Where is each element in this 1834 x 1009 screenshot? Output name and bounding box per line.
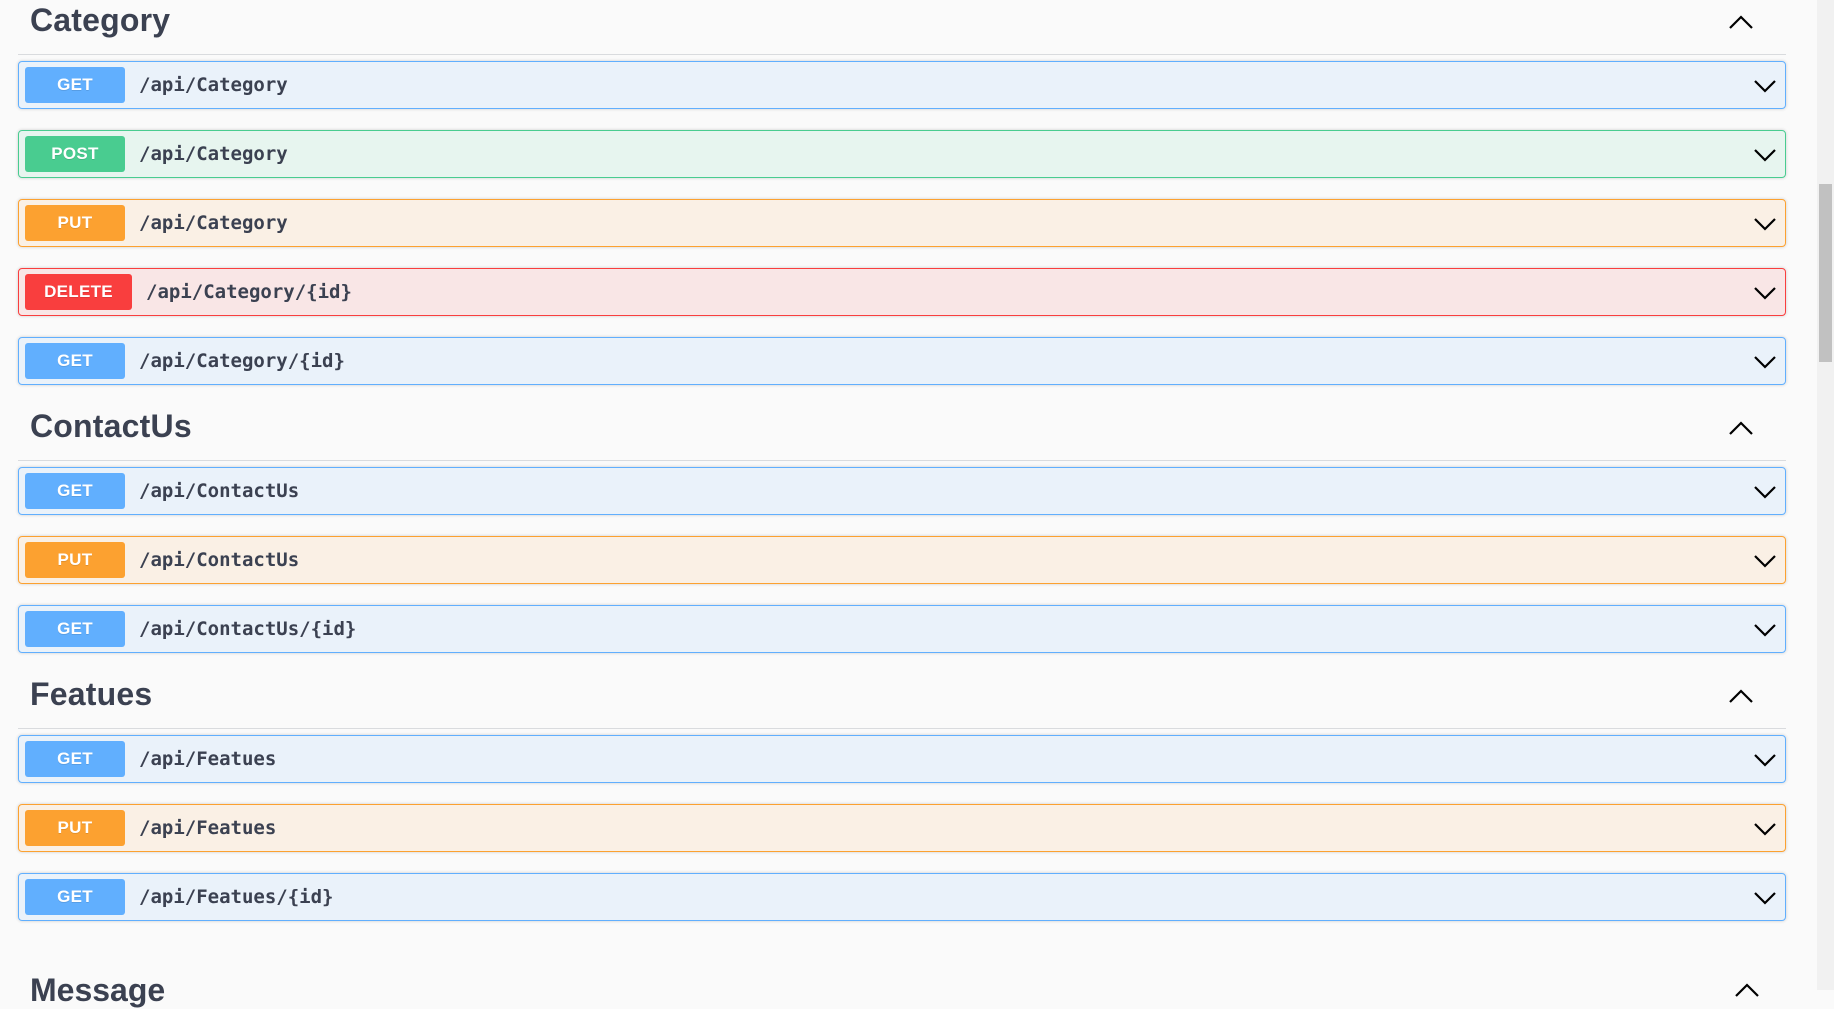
chevron-down-icon[interactable] — [1753, 553, 1777, 569]
operation-path: /api/Featues — [139, 817, 277, 839]
operation-get-category-id[interactable]: GET /api/Category/{id} — [18, 337, 1786, 385]
chevron-down-icon[interactable] — [1753, 216, 1777, 232]
operation-path: /api/Category/{id} — [146, 281, 352, 303]
chevron-down-icon[interactable] — [1753, 354, 1777, 370]
tag-title[interactable]: Featues — [30, 676, 152, 713]
method-badge: GET — [25, 611, 125, 647]
operation-get-featues-id[interactable]: GET /api/Featues/{id} — [18, 873, 1786, 921]
chevron-down-icon[interactable] — [1753, 890, 1777, 906]
tag-title[interactable]: Category — [30, 2, 170, 39]
method-badge: GET — [25, 343, 125, 379]
chevron-down-icon[interactable] — [1753, 78, 1777, 94]
operation-delete-category-id[interactable]: DELETE /api/Category/{id} — [18, 268, 1786, 316]
operation-path: /api/Category/{id} — [139, 350, 345, 372]
operation-path: /api/ContactUs — [139, 480, 300, 502]
operation-path: /api/ContactUs/{id} — [139, 618, 357, 640]
operation-path: /api/Featues — [139, 748, 277, 770]
operation-get-featues[interactable]: GET /api/Featues — [18, 735, 1786, 783]
tag-section-featues: Featues GET /api/Featues PUT /api/Featue… — [0, 674, 1810, 921]
chevron-up-icon[interactable] — [1728, 14, 1754, 30]
tag-header[interactable]: ContactUs — [18, 406, 1786, 461]
operation-get-contactus[interactable]: GET /api/ContactUs — [18, 467, 1786, 515]
operation-path: /api/Category — [139, 212, 288, 234]
operation-get-contactus-id[interactable]: GET /api/ContactUs/{id} — [18, 605, 1786, 653]
method-badge: GET — [25, 879, 125, 915]
method-badge: GET — [25, 741, 125, 777]
method-badge: POST — [25, 136, 125, 172]
chevron-down-icon[interactable] — [1753, 484, 1777, 500]
tag-header[interactable]: Category — [18, 0, 1786, 55]
chevron-down-icon[interactable] — [1753, 147, 1777, 163]
operation-path: /api/Category — [139, 74, 288, 96]
method-badge: GET — [25, 67, 125, 103]
tag-title-message[interactable]: Message — [30, 972, 165, 1009]
chevron-up-icon[interactable] — [1728, 688, 1754, 704]
vertical-scrollbar[interactable] — [1817, 0, 1834, 990]
operation-post-category[interactable]: POST /api/Category — [18, 130, 1786, 178]
tag-section-contactus: ContactUs GET /api/ContactUs PUT /api/Co… — [0, 406, 1810, 653]
swagger-operations: Category GET /api/Category POST /api/Cat… — [0, 0, 1810, 942]
tag-section-category: Category GET /api/Category POST /api/Cat… — [0, 0, 1810, 385]
operation-put-featues[interactable]: PUT /api/Featues — [18, 804, 1786, 852]
chevron-down-icon[interactable] — [1753, 821, 1777, 837]
method-badge: PUT — [25, 810, 125, 846]
operation-path: /api/Category — [139, 143, 288, 165]
chevron-down-icon[interactable] — [1753, 752, 1777, 768]
tag-header[interactable]: Featues — [18, 674, 1786, 729]
operation-put-category[interactable]: PUT /api/Category — [18, 199, 1786, 247]
chevron-up-icon[interactable] — [1728, 420, 1754, 436]
chevron-down-icon[interactable] — [1753, 622, 1777, 638]
scrollbar-thumb[interactable] — [1819, 184, 1832, 362]
method-badge: DELETE — [25, 274, 132, 310]
chevron-up-icon[interactable] — [1734, 982, 1760, 998]
method-badge: GET — [25, 473, 125, 509]
operation-path: /api/Featues/{id} — [139, 886, 334, 908]
operation-path: /api/ContactUs — [139, 549, 300, 571]
operation-get-category[interactable]: GET /api/Category — [18, 61, 1786, 109]
chevron-down-icon[interactable] — [1753, 285, 1777, 301]
operation-put-contactus[interactable]: PUT /api/ContactUs — [18, 536, 1786, 584]
tag-title[interactable]: ContactUs — [30, 408, 192, 445]
method-badge: PUT — [25, 542, 125, 578]
method-badge: PUT — [25, 205, 125, 241]
